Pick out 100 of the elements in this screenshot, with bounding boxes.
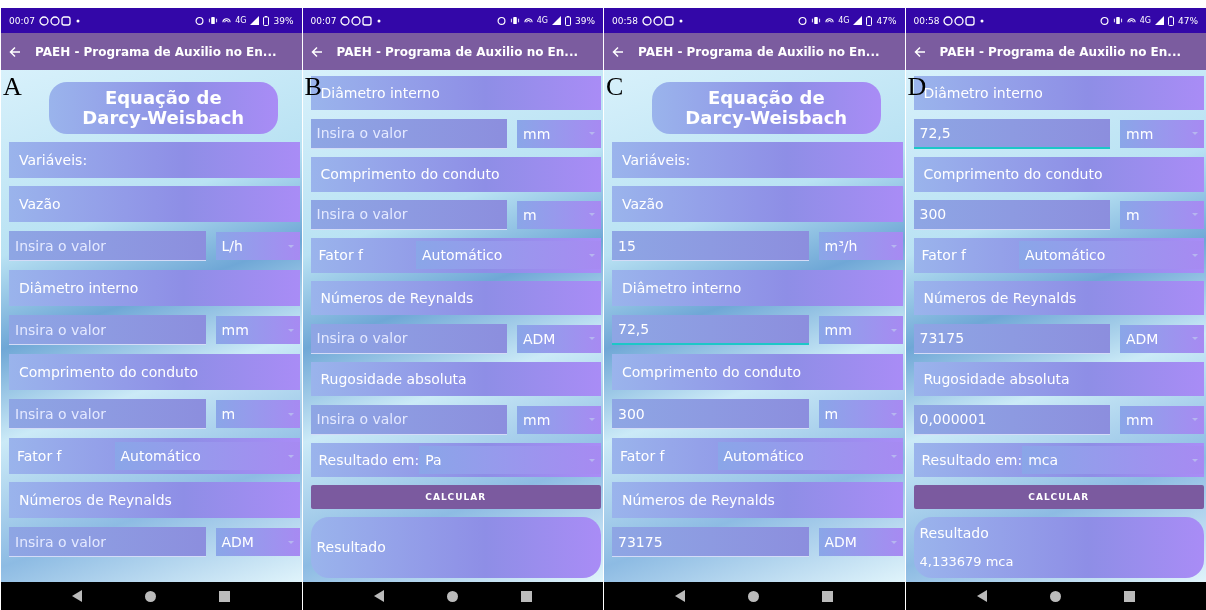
value-input-field[interactable]: Insira o valor <box>9 231 206 261</box>
unit-dropdown[interactable]: mm <box>818 316 903 344</box>
vibrate-icon <box>811 16 822 25</box>
network-type: 4G <box>838 16 850 25</box>
signal-icon <box>1155 16 1164 25</box>
option-label: Resultado em: <box>318 452 420 469</box>
calculate-button[interactable]: CALCULAR <box>310 485 601 509</box>
result-label: Resultado <box>919 525 989 542</box>
option-dropdown[interactable]: mca <box>1022 446 1204 475</box>
network-type: 4G <box>235 16 247 25</box>
back-icon[interactable] <box>72 590 83 602</box>
home-icon[interactable] <box>145 590 157 602</box>
section-label: Rugosidade absoluta <box>310 361 601 397</box>
section-label: Comprimento do conduto <box>612 354 903 390</box>
status-time: 00:58 <box>612 15 638 26</box>
network-type: 4G <box>536 16 548 25</box>
section-label: Números de Reynalds <box>310 280 601 316</box>
unit-dropdown[interactable]: m³/h <box>818 232 903 260</box>
section-label: Vazão <box>612 186 903 222</box>
battery-percent: 47% <box>1178 15 1198 26</box>
value-input-field[interactable]: Insira o valor <box>310 323 507 354</box>
recents-icon[interactable] <box>520 590 532 602</box>
battery-percent: 47% <box>876 15 897 26</box>
status-time: 00:07 <box>310 15 337 26</box>
signal-icon <box>552 16 561 25</box>
unit-dropdown[interactable]: mm <box>1120 119 1204 148</box>
home-icon[interactable] <box>446 590 458 602</box>
value-input-field[interactable]: 73175 <box>612 527 809 557</box>
battery-icon <box>263 15 270 26</box>
value-input-field[interactable]: 15 <box>612 231 809 261</box>
status-time: 00:58 <box>913 15 940 26</box>
battery-percent: 39% <box>273 15 294 26</box>
notification-icons <box>340 15 383 26</box>
result-value: 4,133679 mca <box>919 554 1014 570</box>
value-input-field[interactable]: 72,5 <box>913 118 1110 149</box>
recents-icon[interactable] <box>822 590 834 602</box>
section-label: Comprimento do conduto <box>9 354 300 390</box>
battery-icon <box>1168 15 1174 26</box>
value-input-field[interactable]: Insira o valor <box>9 315 206 345</box>
value-input-field[interactable]: Insira o valor <box>310 118 507 149</box>
vibrate-icon <box>1112 16 1123 25</box>
option-dropdown[interactable]: Automático <box>416 241 601 270</box>
app-title: PAEH - Programa de Auxilio no En... <box>939 44 1182 59</box>
home-icon[interactable] <box>1049 590 1061 602</box>
unit-dropdown[interactable]: m <box>818 400 903 428</box>
value-input-field[interactable]: 73175 <box>913 323 1110 354</box>
option-label: Fator f <box>318 247 364 264</box>
unit-dropdown[interactable]: L/h <box>215 232 300 260</box>
value-input-field[interactable]: 0,000001 <box>913 404 1110 435</box>
back-icon[interactable] <box>675 590 686 602</box>
section-label: Variáveis: <box>612 142 903 178</box>
unit-dropdown[interactable]: m <box>1120 200 1204 229</box>
app-title: PAEH - Programa de Auxilio no En... <box>638 44 880 59</box>
section-label: Números de Reynalds <box>913 280 1204 316</box>
home-icon[interactable] <box>748 590 760 602</box>
back-icon[interactable] <box>976 590 987 602</box>
value-input-field[interactable]: Insira o valor <box>9 527 206 557</box>
section-label: Diâmetro interno <box>612 270 903 306</box>
option-dropdown[interactable]: Automático <box>1019 241 1204 270</box>
value-input-field[interactable]: Insira o valor <box>9 399 206 429</box>
back-icon[interactable] <box>373 590 384 602</box>
unit-dropdown[interactable]: mm <box>1120 405 1204 434</box>
unit-dropdown[interactable]: ADM <box>215 528 300 556</box>
calculate-button[interactable]: CALCULAR <box>913 485 1204 509</box>
figure-panel-label: C <box>606 74 624 100</box>
unit-dropdown[interactable]: m <box>517 200 601 229</box>
value-input-field[interactable]: Insira o valor <box>310 404 507 435</box>
battery-icon <box>565 15 571 26</box>
recents-icon[interactable] <box>219 590 231 602</box>
unit-dropdown[interactable]: ADM <box>517 324 601 353</box>
value-input-field[interactable]: 72,5 <box>612 315 809 345</box>
option-dropdown[interactable]: Automático <box>114 442 300 470</box>
section-label: Números de Reynalds <box>9 482 300 518</box>
back-arrow-icon[interactable] <box>913 45 926 58</box>
option-dropdown[interactable]: Automático <box>717 442 903 470</box>
unit-dropdown[interactable]: m <box>215 400 300 428</box>
unit-dropdown[interactable]: mm <box>215 316 300 344</box>
unit-dropdown[interactable]: mm <box>517 119 601 148</box>
vibrate-icon <box>509 16 520 25</box>
app-title: PAEH - Programa de Auxilio no En... <box>336 44 579 59</box>
section-label: Variáveis: <box>9 142 300 178</box>
option-dropdown[interactable]: Pa <box>419 446 601 475</box>
back-arrow-icon[interactable] <box>612 45 624 58</box>
signal-icon <box>250 16 260 25</box>
back-arrow-icon[interactable] <box>9 45 21 58</box>
option-label: Resultado em: <box>921 452 1023 469</box>
value-input-field[interactable]: Insira o valor <box>310 199 507 230</box>
battery-percent: 39% <box>575 15 595 26</box>
section-label: Comprimento do conduto <box>310 157 601 192</box>
recents-icon[interactable] <box>1123 590 1135 602</box>
figure-panel-label: B <box>304 74 322 100</box>
unit-dropdown[interactable]: mm <box>517 405 601 434</box>
vibrate-icon <box>208 16 219 25</box>
value-input-field[interactable]: 300 <box>913 199 1110 230</box>
battery-icon <box>866 15 873 26</box>
back-arrow-icon[interactable] <box>310 45 323 58</box>
unit-dropdown[interactable]: ADM <box>1120 324 1204 353</box>
unit-dropdown[interactable]: ADM <box>818 528 903 556</box>
app-title: PAEH - Programa de Auxilio no En... <box>35 44 277 59</box>
value-input-field[interactable]: 300 <box>612 399 809 429</box>
